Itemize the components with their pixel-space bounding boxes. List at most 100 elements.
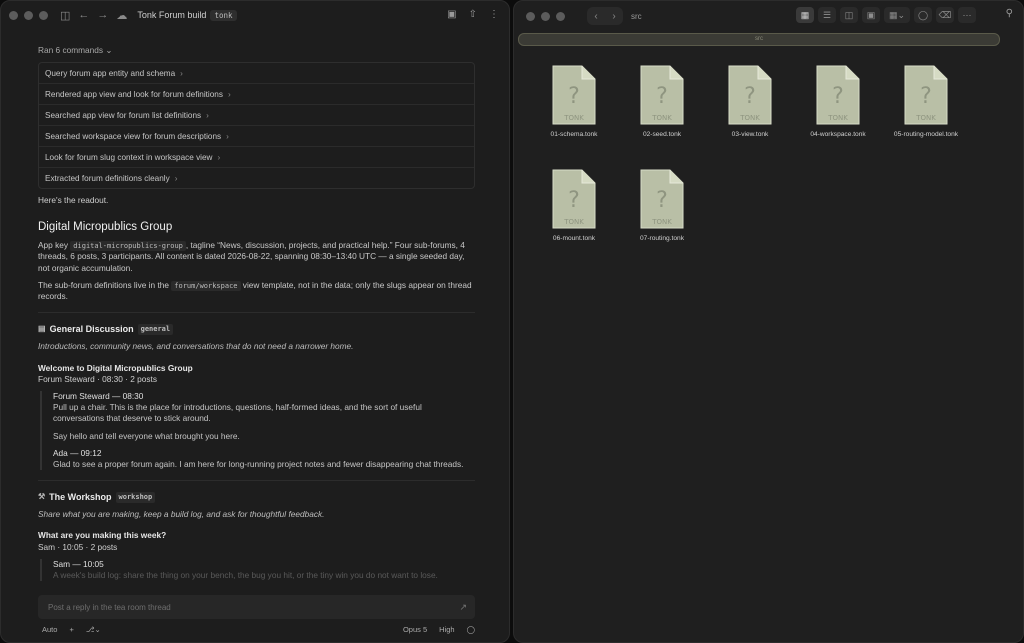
chevron-right-icon: › [180,68,183,78]
document-icon: ? TONK [552,169,596,229]
window-controls [526,11,565,21]
post-body: Pull up a chair. This is the place for i… [53,402,422,424]
list-view-icon[interactable]: ☰ [818,7,836,23]
send-icon[interactable]: ↗ [459,602,467,613]
minimize-window-button[interactable] [541,11,550,21]
command-label: Searched app view for forum list definit… [45,110,202,120]
ran-commands-toggle[interactable]: Ran 6 commands ⌄ [38,45,475,56]
question-glyph: ? [744,84,756,109]
panel-icon[interactable]: ▣ [447,9,456,20]
context-ring-icon: ◯ [466,625,475,634]
chevron-right-icon: › [217,152,221,162]
minimize-window-button[interactable] [24,10,33,20]
file-name: 01-schema.tonk [550,131,598,138]
file-item[interactable]: ? TONK 05-routing-model.tonk [886,65,966,138]
effort-selector[interactable]: High [439,625,454,634]
conversation: Ran 6 commands ⌄ Query forum app entity … [38,45,475,587]
summary-text: App key [38,239,71,250]
file-item[interactable]: ? TONK 01-schema.tonk [534,65,614,138]
file-item[interactable]: ? TONK 03-view.tonk [710,65,790,138]
question-glyph: ? [656,84,668,109]
model-selector[interactable]: Opus 5 [403,625,427,634]
back-arrow-icon[interactable]: ← [78,9,89,21]
file-name: 02-seed.tonk [642,131,682,138]
window-title: Tonk Forum build [137,10,207,20]
thread-title: What are you making this week? [38,530,167,541]
chevron-right-icon: › [174,173,178,183]
view-template-code: forum/workspace [171,280,241,291]
close-window-button[interactable] [526,11,535,21]
chevron-right-icon: › [206,110,209,120]
forum-tagline: Introductions, community news, and conve… [38,341,354,352]
chevron-down-icon: ⌄ [105,45,113,55]
post-author: Sam — 10:05 [53,558,104,569]
path-bar[interactable]: src [518,33,1000,46]
forward-arrow-icon[interactable]: → [97,9,108,21]
tag-icon[interactable]: ◯ [914,7,932,23]
command-item[interactable]: Look for forum slug context in workspace… [39,147,474,169]
question-glyph: ? [832,84,844,109]
notebook-icon: ▤ [38,324,46,333]
forum-heading: ⚒ The Workshop workshop [38,491,475,503]
command-label: Rendered app view and look for forum def… [45,89,223,99]
readout-intro: Here's the readout. [38,195,109,206]
command-list: Query forum app entity and schema › Rende… [38,62,475,190]
file-item[interactable]: ? TONK 04-workspace.tonk [798,65,878,138]
file-item[interactable]: ? TONK 06-mount.tonk [534,169,614,242]
command-item[interactable]: Searched app view for forum list definit… [39,105,474,127]
more-icon[interactable]: ⋮ [489,9,499,20]
file-item[interactable]: ? TONK 07-routing.tonk [622,169,702,242]
share-icon[interactable]: ⇧ [469,9,477,20]
file-item[interactable]: ? TONK 02-seed.tonk [622,65,702,138]
cloud-icon: ☁ [116,9,128,22]
zoom-window-button[interactable] [39,10,48,20]
command-item[interactable]: Extracted forum definitions cleanly › [39,168,474,188]
command-item[interactable]: Query forum app entity and schema › [39,63,474,85]
question-glyph: ? [568,84,580,109]
forum-name: The Workshop [49,492,112,503]
post-block: Sam — 10:05 A week's build log: share th… [40,558,475,582]
zoom-window-button[interactable] [556,11,565,21]
group-heading: Digital Micropublics Group [38,221,173,234]
icon-view-icon[interactable]: ▦ [796,7,814,23]
document-icon: ? TONK [640,65,684,125]
share-icon[interactable]: ⌫ [936,7,954,23]
group-by-icon[interactable]: ▦⌄ [884,7,910,23]
back-chevron-icon[interactable]: ‹ [587,11,605,22]
document-icon: ? TONK [552,65,596,125]
document-icon: ? TONK [816,65,860,125]
nav-buttons: ‹ › [587,7,623,25]
reply-input[interactable] [46,601,450,613]
ran-commands-label: Ran 6 commands [38,45,104,55]
finder-toolbar: ‹ › src ▦ ☰ ◫ ▣ ▦⌄ ◯ ⌫ ⋯ ⚲ [514,1,1023,31]
file-badge: TONK [563,114,584,122]
close-window-button[interactable] [9,10,18,20]
thread-title: Welcome to Digital Micropublics Group [38,362,193,373]
command-item[interactable]: Rendered app view and look for forum def… [39,84,474,106]
mode-selector[interactable]: Auto [42,625,57,634]
post-author: Forum Steward — 08:30 [53,391,144,402]
column-view-icon[interactable]: ◫ [840,7,858,23]
thread-meta: Sam · 10:05 · 2 posts [38,541,118,552]
command-label: Query forum app entity and schema [45,68,176,78]
file-badge: TONK [827,114,848,122]
hammer-icon: ⚒ [38,491,46,501]
file-name: 05-routing-model.tonk [893,131,959,138]
document-icon: ? TONK [728,65,772,125]
file-badge: TONK [915,114,936,122]
forum-heading: ▤ General Discussion general [38,323,475,336]
more-icon[interactable]: ⋯ [958,7,976,23]
sidebar-toggle-icon[interactable]: ◫ [60,9,70,22]
command-label: Look for forum slug context in workspace… [45,152,213,162]
forward-chevron-icon[interactable]: › [605,11,623,22]
chat-titlebar: ◫ ← → ☁ Tonk Forum build tonk ▣ ⇧ ⋮ [1,1,509,29]
gallery-view-icon[interactable]: ▣ [862,7,880,23]
document-icon: ? TONK [640,169,684,229]
mic-icon[interactable]: ⎇⌄ [86,625,101,634]
post-body: Say hello and tell everyone what brought… [53,430,240,441]
file-badge: TONK [651,114,672,122]
command-item[interactable]: Searched workspace view for forum descri… [39,126,474,148]
search-icon[interactable]: ⚲ [1006,8,1013,19]
command-label: Extracted forum definitions cleanly [45,173,170,183]
add-icon[interactable]: + [69,625,73,634]
